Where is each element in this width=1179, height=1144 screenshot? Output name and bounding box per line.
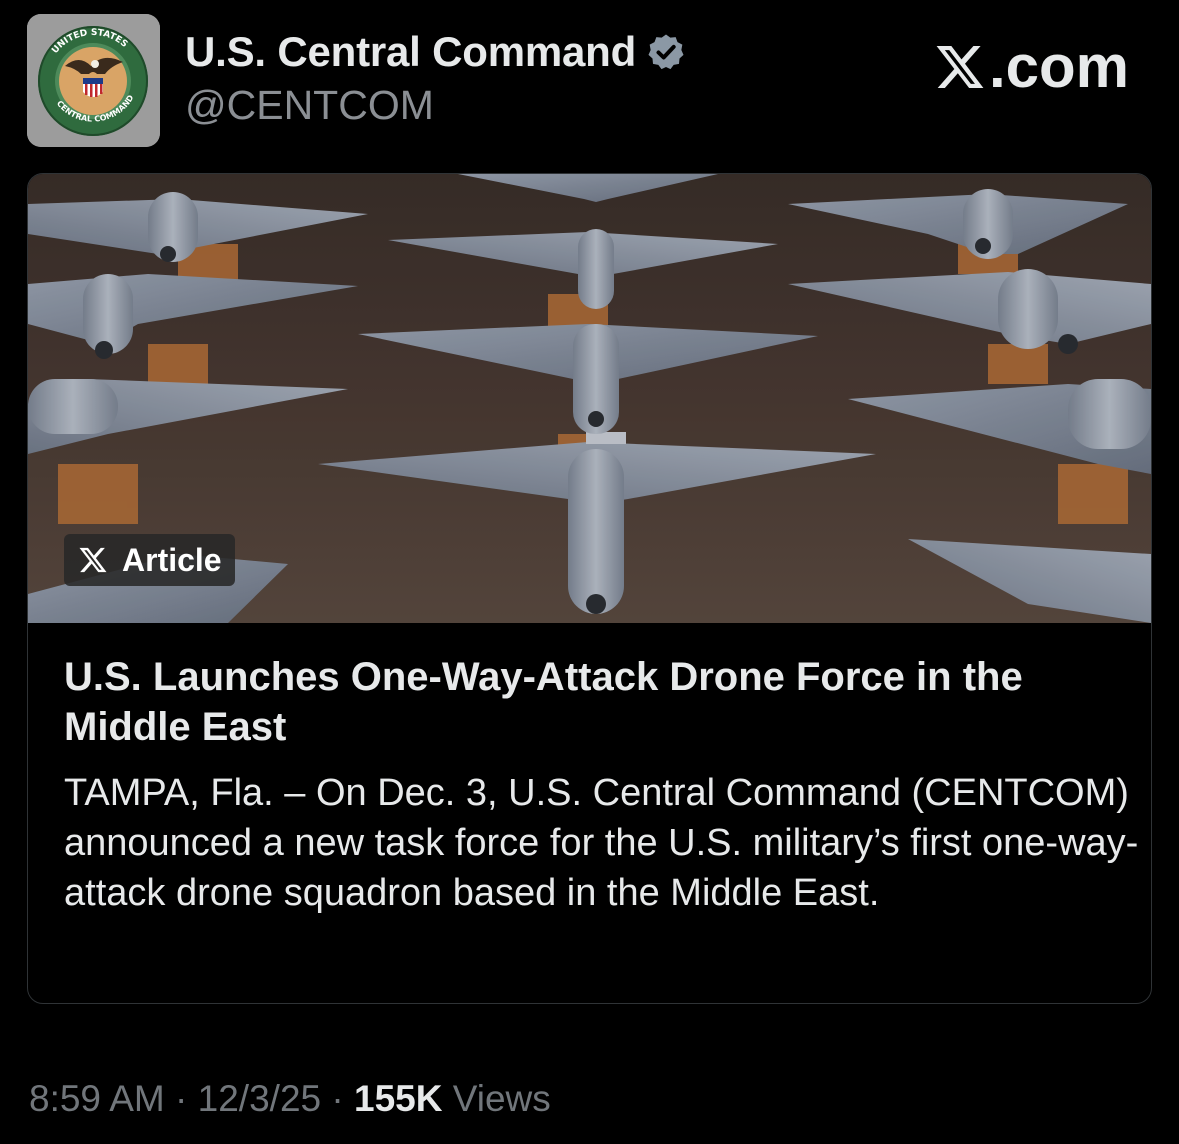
views-label: Views (452, 1078, 551, 1119)
post-date[interactable]: 12/3/25 (198, 1078, 321, 1119)
verified-badge-icon (648, 34, 684, 70)
article-image[interactable]: Article (28, 174, 1151, 623)
brand-domain: .com (988, 33, 1129, 100)
article-description: TAMPA, Fla. – On Dec. 3, U.S. Central Co… (64, 772, 1139, 914)
meta-separator: · (331, 1078, 344, 1119)
article-badge-label: Article (122, 541, 222, 578)
author-block: U.S. Central Command @CENTCOM (185, 26, 686, 129)
post-time[interactable]: 8:59 AM (29, 1078, 165, 1119)
views-count[interactable]: 155K (354, 1078, 442, 1119)
post-header: UNITED STATES CENTRAL COMMAND U.S. Centr… (0, 0, 1179, 160)
post-meta: 8:59 AM · 12/3/25 · 155K Views (29, 1078, 551, 1120)
author-name[interactable]: U.S. Central Command (185, 28, 636, 76)
article-badge: Article (64, 534, 235, 586)
avatar[interactable]: UNITED STATES CENTRAL COMMAND (27, 14, 160, 147)
x-logo-icon (79, 547, 107, 573)
brand-link[interactable]: .com (933, 32, 1129, 101)
x-logo-icon (936, 45, 984, 88)
meta-separator: · (175, 1078, 188, 1119)
author-name-row: U.S. Central Command (185, 26, 686, 78)
article-card[interactable]: Article U.S. Launches One-Way-Attack Dro… (27, 173, 1152, 1004)
author-handle[interactable]: @CENTCOM (185, 82, 686, 129)
article-title[interactable]: U.S. Launches One-Way-Attack Drone Force… (64, 652, 1134, 752)
centcom-seal-icon: UNITED STATES CENTRAL COMMAND (27, 14, 160, 147)
